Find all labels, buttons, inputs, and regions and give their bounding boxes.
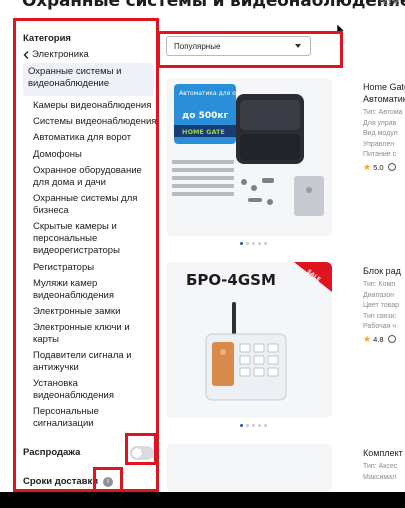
active-category[interactable]: Охранные системы и видеонаблюдение bbox=[23, 63, 154, 96]
product-spec: Тип связи: bbox=[363, 312, 397, 320]
subcategory-item[interactable]: Электронные ключи и карты bbox=[33, 322, 145, 346]
product-image[interactable]: Автоматика для откатных ворот до 500кг H… bbox=[166, 78, 332, 236]
product-info: Блок рад Тип: Комп Диапазон Цвет товар Т… bbox=[363, 265, 405, 345]
pagination-dot[interactable] bbox=[246, 424, 249, 427]
sale-toggle[interactable] bbox=[130, 446, 154, 460]
page-title: Охранные системы и видеонаблюдение bbox=[22, 0, 405, 11]
sale-filter-label: Распродажа bbox=[23, 447, 81, 458]
subcategory-item[interactable]: Домофоны bbox=[33, 149, 159, 161]
svg-text:HOME GATE: HOME GATE bbox=[182, 128, 225, 136]
image-pagination[interactable] bbox=[240, 424, 267, 427]
product-spec: Тип: Комп bbox=[363, 281, 396, 288]
pagination-dot[interactable] bbox=[240, 242, 243, 245]
product-title[interactable]: Комплект bbox=[363, 447, 405, 459]
product-rating: ★ 4.8 bbox=[363, 334, 405, 345]
chevron-left-icon bbox=[23, 50, 29, 59]
back-link-electronics[interactable]: Электроника bbox=[23, 49, 89, 60]
product-spec: Тип: Автома bbox=[363, 109, 403, 116]
pagination-dot[interactable] bbox=[258, 242, 261, 245]
subcategory-item[interactable]: Электронные замки bbox=[33, 306, 159, 318]
product-title[interactable]: Home Gate bbox=[363, 81, 405, 93]
svg-text:до 500кг: до 500кг bbox=[182, 111, 228, 121]
product-subtitle[interactable]: Автоматика bbox=[363, 93, 405, 105]
subcategory-item[interactable]: Скрытые камеры и персональные видеорегис… bbox=[33, 221, 145, 257]
sort-selected-value: Популярные bbox=[174, 42, 221, 51]
product-spec: Для управ bbox=[363, 119, 397, 127]
sort-dropdown[interactable]: Популярные bbox=[166, 36, 311, 56]
subcategory-item[interactable]: Муляжи камер видеонаблюдения bbox=[33, 278, 143, 302]
product-spec: Цвет товар bbox=[363, 302, 400, 309]
rating-value: 5.0 bbox=[373, 162, 384, 172]
pagination-dot[interactable] bbox=[240, 424, 243, 427]
delivery-filter-label[interactable]: Сроки доставки bbox=[23, 476, 98, 487]
gate-automation-illustration: Автоматика для откатных ворот до 500кг H… bbox=[166, 78, 332, 236]
pagination-dot[interactable] bbox=[264, 242, 267, 245]
caret-down-icon bbox=[295, 44, 301, 48]
toggle-knob bbox=[132, 448, 142, 458]
comment-icon bbox=[387, 163, 396, 171]
subcategory-item[interactable]: Охранные системы для бизнеса bbox=[33, 193, 153, 217]
bottom-overlay bbox=[0, 492, 405, 508]
subcategory-item[interactable]: Камеры видеонаблюдения bbox=[33, 100, 159, 112]
image-pagination[interactable] bbox=[240, 242, 267, 245]
rating-value: 4.8 bbox=[373, 334, 384, 344]
subcategory-item[interactable]: Регистраторы bbox=[33, 262, 159, 274]
result-count: 96276 bbox=[380, 0, 400, 7]
product-spec: Вид модул bbox=[363, 130, 398, 137]
subcategory-item[interactable]: Персональные сигнализации bbox=[33, 406, 133, 430]
product-spec: Тип: Аксес bbox=[363, 463, 398, 470]
info-icon[interactable]: i bbox=[103, 477, 113, 487]
gsm-block-illustration: БРО-4GSM SALE bbox=[166, 262, 332, 418]
subcategory-item[interactable]: Охранное оборудование для дома и дачи bbox=[33, 165, 153, 189]
star-icon: ★ bbox=[363, 333, 372, 344]
product-image[interactable] bbox=[166, 444, 332, 492]
pagination-dot[interactable] bbox=[246, 242, 249, 245]
back-link-label: Электроника bbox=[32, 49, 89, 60]
product-rating: ★ 5.0 bbox=[363, 162, 405, 173]
comment-icon bbox=[387, 335, 396, 343]
pagination-dot[interactable] bbox=[252, 242, 255, 245]
product-spec: Диапазон bbox=[363, 291, 395, 299]
category-heading: Категория bbox=[23, 33, 71, 44]
product-title[interactable]: Блок рад bbox=[363, 265, 405, 277]
product-spec: Рабочая ч bbox=[363, 323, 397, 330]
product-image[interactable]: БРО-4GSM SALE bbox=[166, 262, 332, 418]
product-info: Комплект Тип: Аксес Максимал bbox=[363, 447, 405, 483]
product-spec: Питание с bbox=[363, 151, 397, 158]
product-spec: Максимал bbox=[363, 473, 397, 481]
subcategory-item[interactable]: Подавители сигнала и антижучки bbox=[33, 350, 145, 374]
subcategory-item[interactable]: Автоматика для ворот bbox=[33, 132, 159, 144]
star-icon: ★ bbox=[363, 161, 372, 172]
mouse-cursor-icon bbox=[337, 24, 345, 36]
pagination-dot[interactable] bbox=[264, 424, 267, 427]
product-info: Home Gate Автоматика Тип: Автома Для упр… bbox=[363, 81, 405, 173]
svg-text:БРО-4GSM: БРО-4GSM bbox=[186, 271, 276, 289]
subcategory-item[interactable]: Системы видеонаблюдения bbox=[33, 116, 159, 128]
pagination-dot[interactable] bbox=[258, 424, 261, 427]
pagination-dot[interactable] bbox=[252, 424, 255, 427]
product-spec: Управлен bbox=[363, 140, 395, 148]
subcategory-item[interactable]: Установка видеонаблюдения bbox=[33, 378, 133, 402]
